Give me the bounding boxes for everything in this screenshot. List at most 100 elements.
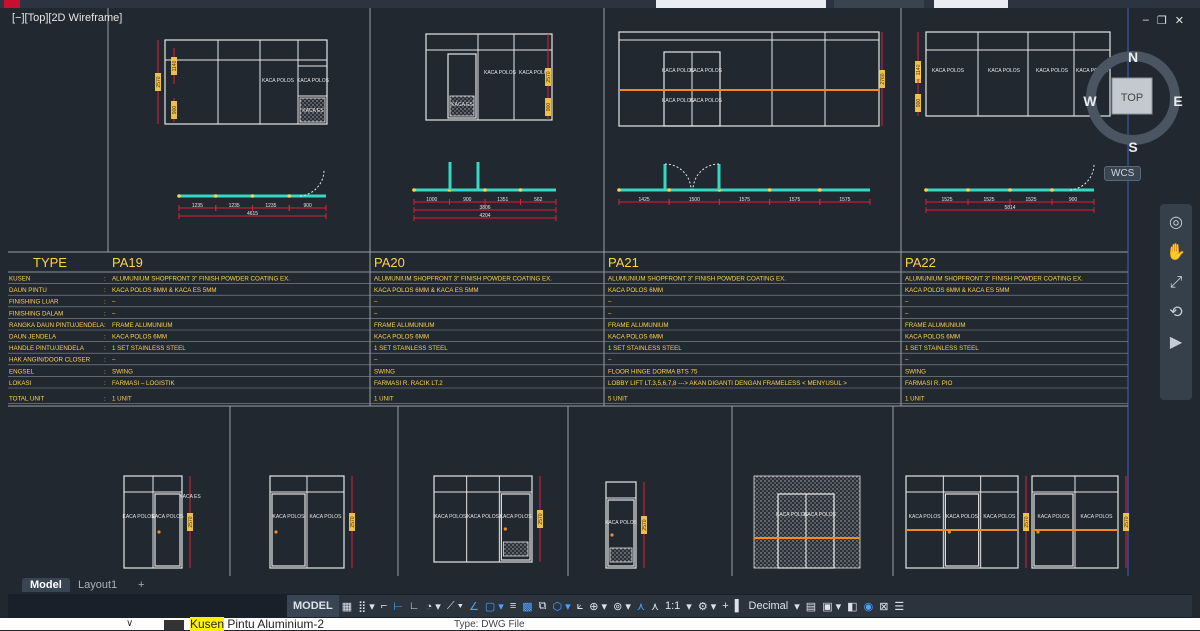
compass-east[interactable]: E: [1173, 93, 1182, 109]
row-value: 1 SET STAINLESS STEEL: [608, 345, 682, 352]
row-colon: :: [104, 287, 106, 294]
row-value: –: [112, 299, 116, 306]
search-box[interactable]: [656, 0, 826, 8]
steering-wheel-icon[interactable]: ◎: [1165, 212, 1187, 234]
polar-icon[interactable]: ◔ ▾: [423, 595, 444, 617]
quick-properties-icon[interactable]: ▤: [803, 595, 819, 617]
restore-icon[interactable]: ❐: [1157, 14, 1167, 27]
glass-label: KACA ES: [179, 494, 201, 500]
annotation-monitor-icon[interactable]: +: [719, 595, 731, 617]
units-selector[interactable]: Decimal: [746, 595, 792, 617]
dynamic-input-icon[interactable]: ⊢: [390, 595, 406, 617]
plan-mullion: [966, 188, 970, 192]
plan-mullion: [287, 194, 292, 198]
row-value: –: [374, 310, 378, 317]
annotation-scale[interactable]: 1:1: [662, 595, 683, 617]
dimension-text: 4615: [247, 211, 258, 217]
drawing-canvas[interactable]: KACA POLOS KACA POLOSKACA ES25701140900KA…: [8, 8, 1192, 576]
compass-south[interactable]: S: [1128, 139, 1137, 155]
row-label: TOTAL UNIT: [9, 396, 45, 403]
snap-icon[interactable]: ⣿ ▾: [355, 595, 378, 617]
row-colon: :: [104, 276, 106, 283]
infer-icon[interactable]: ⌐: [378, 595, 390, 617]
chevron-down-icon[interactable]: ▾: [683, 595, 695, 617]
clean-screen-icon[interactable]: ⊠: [876, 595, 891, 617]
title-strip: [0, 0, 1200, 8]
app-logo-icon[interactable]: [4, 0, 20, 8]
row-value: 1 UNIT: [905, 396, 925, 403]
customization-menu-icon[interactable]: ☰: [891, 595, 907, 617]
row-value: KACA POLOS 6MM: [608, 334, 663, 341]
row-label: FINISHING LUAR: [9, 299, 59, 306]
selection-cycling-icon[interactable]: ⧉: [536, 595, 550, 617]
dimension-text: 1425: [639, 197, 650, 203]
units-divider-icon: ▌: [734, 600, 743, 612]
hardware-acceleration-icon[interactable]: ◉: [861, 595, 877, 617]
isolate-objects-icon[interactable]: ◧: [844, 595, 860, 617]
row-value: LOBBY LIFT LT.3,5,6,7,8 ---> AKAN DIGANT…: [608, 380, 847, 387]
plan-mullion: [518, 188, 523, 192]
units-chevron-icon[interactable]: ▾: [791, 595, 803, 617]
object-snap-tracking-icon[interactable]: ∠: [466, 595, 482, 617]
plan-mullion: [1008, 188, 1012, 192]
layout-tabs: Model Layout1 +: [8, 576, 1192, 594]
plans-top: 1235 1235 1235 900 4615 1000 900 1351 562 3806 420…: [177, 162, 1095, 221]
gizmo-icon[interactable]: ⊚ ▾: [610, 595, 634, 617]
spec-table: TYPE PA19 PA20 PA21 PA22 KUSEN: ALUMUNIUM SHOP…: [8, 255, 1128, 404]
wcs-menu[interactable]: WCS: [1104, 166, 1142, 181]
dimension-text: 1575: [789, 197, 800, 203]
row-value: –: [905, 299, 909, 306]
glass-label: KACA POLOS: [310, 514, 343, 520]
showmotion-icon[interactable]: ▶: [1165, 332, 1187, 354]
row-colon: :: [104, 345, 106, 352]
orbit-icon[interactable]: ⟲: [1165, 302, 1187, 324]
transparency-icon[interactable]: ▩: [519, 595, 535, 617]
type-pa22: PA22: [905, 255, 936, 270]
dimension-text: 2570: [546, 71, 552, 82]
tab-model[interactable]: Model: [22, 578, 70, 592]
object-snap-icon[interactable]: ▢ ▾: [482, 595, 507, 617]
close-icon[interactable]: ✕: [1175, 14, 1184, 27]
viewcube-top-face[interactable]: TOP: [1121, 92, 1143, 104]
pan-icon[interactable]: ✋: [1165, 242, 1187, 264]
row-value: KACA POLOS 6MM & KACA ES 5MM: [905, 287, 1010, 294]
file-name[interactable]: Kusen Pintu Aluminium-2: [190, 617, 324, 631]
auto-scale-icon[interactable]: ⋏: [648, 595, 662, 617]
dimension-text: 1575: [739, 197, 750, 203]
row-value: ALUMUNIUM SHOPFRONT 3" FINISH POWDER COA…: [608, 276, 786, 283]
lineweight-icon[interactable]: ≡: [507, 595, 519, 617]
glass-label: KACA POLOS: [690, 98, 723, 104]
door-swing-arc: [1069, 163, 1095, 191]
lock-ui-icon[interactable]: ▣ ▾: [819, 595, 844, 617]
dynamic-ucs-icon[interactable]: ⟀: [574, 595, 587, 617]
glass-label: KACA POLOS: [690, 68, 723, 74]
file-name-rest: Pintu Aluminium-2: [224, 617, 325, 631]
selection-filter-icon[interactable]: ⊕ ▾: [586, 595, 610, 617]
chevron-down-icon[interactable]: ∨: [126, 618, 133, 629]
row-value: –: [608, 299, 612, 306]
exchange-icon[interactable]: [934, 0, 1008, 8]
drawing-viewport[interactable]: KACA POLOS KACA POLOS KACA ES 2570 1140 900 KA…: [8, 8, 1192, 576]
viewcube[interactable]: TOP N S E W: [1078, 46, 1188, 156]
compass-west[interactable]: W: [1083, 93, 1097, 109]
isodraft-icon[interactable]: ⟋ ▾: [444, 595, 466, 617]
3d-osnap-icon[interactable]: ⬡ ▾: [550, 595, 574, 617]
row-value: –: [374, 299, 378, 306]
sign-in-button[interactable]: [834, 0, 924, 8]
dimension-text: 1525: [941, 197, 952, 203]
row-value: FRAME ALUMUNIUM: [112, 322, 173, 329]
type-header: TYPE: [33, 255, 67, 270]
ortho-icon[interactable]: ∟: [406, 595, 423, 617]
workspace-gear-icon[interactable]: ⚙ ▾: [695, 595, 719, 617]
annotation-visibility-icon[interactable]: ⋏: [634, 595, 648, 617]
compass-north[interactable]: N: [1128, 49, 1138, 65]
row-value: KACA POLOS 6MM & KACA ES 5MM: [374, 287, 479, 294]
type-pa21: PA21: [608, 255, 639, 270]
add-layout-button[interactable]: +: [130, 578, 152, 592]
zoom-extents-icon[interactable]: ⤢: [1165, 272, 1187, 294]
model-space-button[interactable]: MODEL: [287, 595, 339, 617]
grid-icon[interactable]: ▦: [339, 595, 355, 617]
minimize-icon[interactable]: –: [1143, 14, 1149, 27]
tab-layout1[interactable]: Layout1: [70, 578, 125, 592]
view-controls-label[interactable]: [−][Top][2D Wireframe]: [12, 12, 122, 24]
